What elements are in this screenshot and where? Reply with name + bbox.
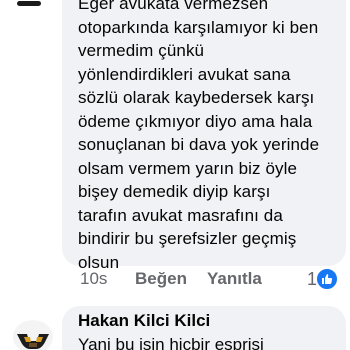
comment-actions: 10s Beğen Yanıtla 1 bbox=[80, 267, 350, 291]
reply-author-name[interactable]: Hakan Kilci Kilci bbox=[78, 309, 210, 332]
avatar-dark-mark bbox=[17, 1, 41, 6]
thumb-up-icon bbox=[322, 274, 333, 284]
comment-text: Eğer avukata vermezsen otoparkında karşı… bbox=[78, 0, 320, 272]
reply-button[interactable]: Yanıtla bbox=[207, 267, 262, 291]
like-button[interactable]: Beğen bbox=[135, 267, 187, 291]
commenter-avatar[interactable] bbox=[12, 0, 46, 16]
like-reaction-icon[interactable] bbox=[316, 268, 338, 290]
comment-time[interactable]: 10s bbox=[80, 267, 107, 291]
reply-author-avatar[interactable] bbox=[12, 320, 54, 350]
avatar-image-icon bbox=[13, 320, 53, 350]
reply-text: Yani bu işin hiçbir esprisi bbox=[78, 335, 264, 350]
comment-thread-screen: Eğer avukata vermezsen otoparkında karşı… bbox=[0, 0, 350, 350]
